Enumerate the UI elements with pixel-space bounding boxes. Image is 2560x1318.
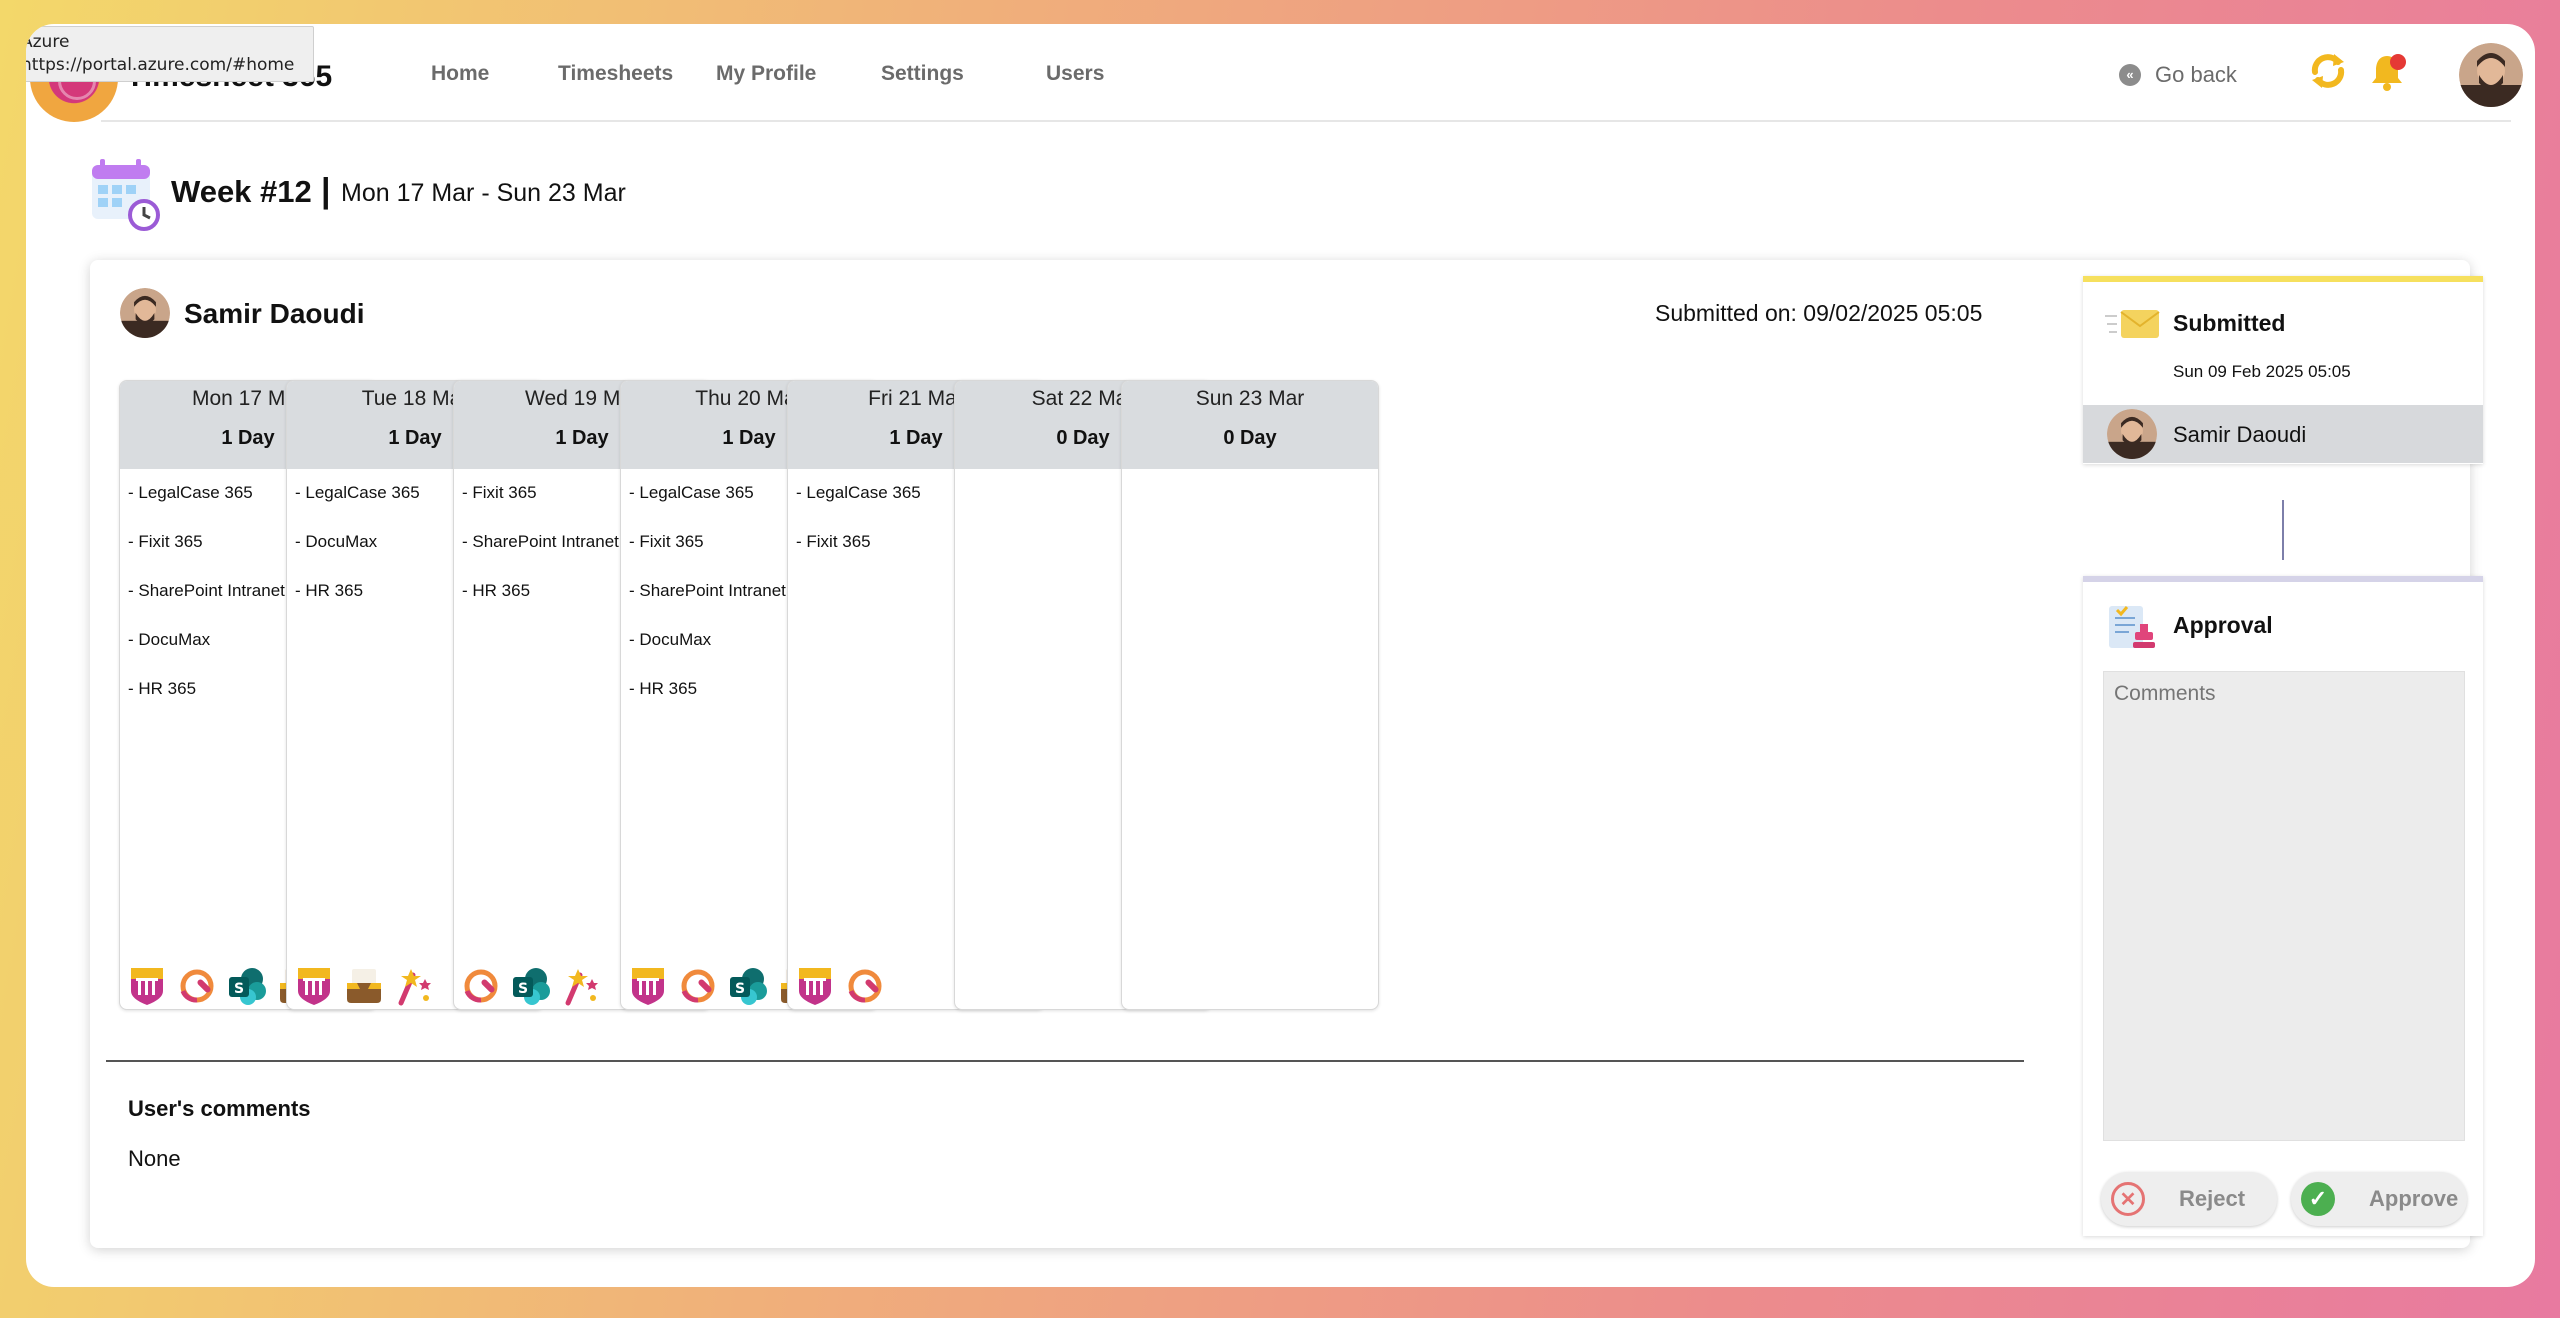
week-range: Mon 17 Mar - Sun 23 Mar [341,179,626,207]
sync-icon[interactable] [2307,50,2349,92]
approve-label: Approve [2369,1186,2459,1211]
sharepoint-icon: S [727,965,769,1007]
reject-button[interactable]: ✕ Reject [2101,1172,2277,1226]
status-user-row: Samir Daoudi [2083,405,2483,463]
go-back-label: Go back [2155,62,2237,87]
legalcase-icon [627,965,669,1007]
hr365-icon [393,965,435,1007]
nav-my-profile[interactable]: My Profile [716,62,816,86]
status-connector [2282,500,2284,560]
avatar[interactable] [2459,43,2523,107]
nav-home[interactable]: Home [431,62,489,86]
calendar-clock-icon [92,159,160,231]
legalcase-icon [794,965,836,1007]
status-user-name: Samir Daoudi [2173,422,2307,447]
user-avatar [120,288,170,338]
day-app-icons: S [460,965,602,1007]
day-app-icons [293,965,435,1007]
app-window: Timesheet 365 Azure https://portal.azure… [26,24,2535,1287]
status-title: Submitted [2173,310,2286,336]
top-nav: Timesheet 365 Azure https://portal.azure… [26,24,2535,122]
comments-field[interactable] [2103,671,2465,1141]
timesheet-card: Samir Daoudi Submitted on: 09/02/2025 05… [90,260,2483,1248]
legalcase-icon [293,965,335,1007]
submitted-status-card: Submitted Sun 09 Feb 2025 05:05 Samir Da… [2083,276,2483,464]
fixit-icon [844,965,886,1007]
status-date: Sun 09 Feb 2025 05:05 [2173,362,2351,381]
fixit-icon [677,965,719,1007]
svg-text:S: S [234,981,244,997]
check-circle-icon: ✓ [2301,1182,2335,1216]
approval-card: Approval ✕ Reject ✓ Approve [2083,576,2483,1236]
day-header: Sun 23 Mar 0 Day [1122,381,1378,469]
tooltip-url: https://portal.azure.com/#home [26,55,295,75]
nav-timesheets[interactable]: Timesheets [558,62,673,86]
nav-settings[interactable]: Settings [881,62,964,86]
day-count: 0 Day [1223,427,1277,449]
go-back-button[interactable]: « Go back [2119,62,2237,88]
approval-title: Approval [2173,612,2273,638]
legalcase-icon [126,965,168,1007]
reject-label: Reject [2179,1186,2246,1211]
fixit-icon [176,965,218,1007]
user-comments-text: None [128,1146,181,1171]
tooltip-title: Azure [26,32,70,52]
approval-stamp-icon [2109,606,2155,648]
svg-text:S: S [735,981,745,997]
status-user-avatar [2107,409,2157,459]
week-separator: | [321,172,331,210]
hr365-icon [560,965,602,1007]
week-title: Week #12 [171,174,312,209]
chevron-left-icon: « [2119,64,2141,86]
fixit-icon [460,965,502,1007]
user-name: Samir Daoudi [184,298,365,329]
day-item-list [1122,469,1378,493]
user-comments-title: User's comments [128,1096,311,1121]
day-app-icons [794,965,886,1007]
close-circle-icon: ✕ [2111,1182,2145,1216]
envelope-icon [2105,310,2160,338]
submitted-on: Submitted on: 09/02/2025 05:05 [1655,300,1983,326]
divider [106,1060,2024,1062]
browser-tooltip: Azure https://portal.azure.com/#home [26,26,314,82]
approve-button[interactable]: ✓ Approve [2291,1172,2467,1226]
nav-divider [101,120,2511,122]
documax-icon [343,965,385,1007]
sharepoint-icon: S [226,965,268,1007]
sharepoint-icon: S [510,965,552,1007]
nav-users[interactable]: Users [1046,62,1104,86]
notification-dot [2390,54,2406,70]
day-name: Sun 23 Mar [1195,387,1305,410]
day-column[interactable]: Sun 23 Mar 0 Day [1121,380,1379,1010]
svg-text:S: S [518,981,528,997]
